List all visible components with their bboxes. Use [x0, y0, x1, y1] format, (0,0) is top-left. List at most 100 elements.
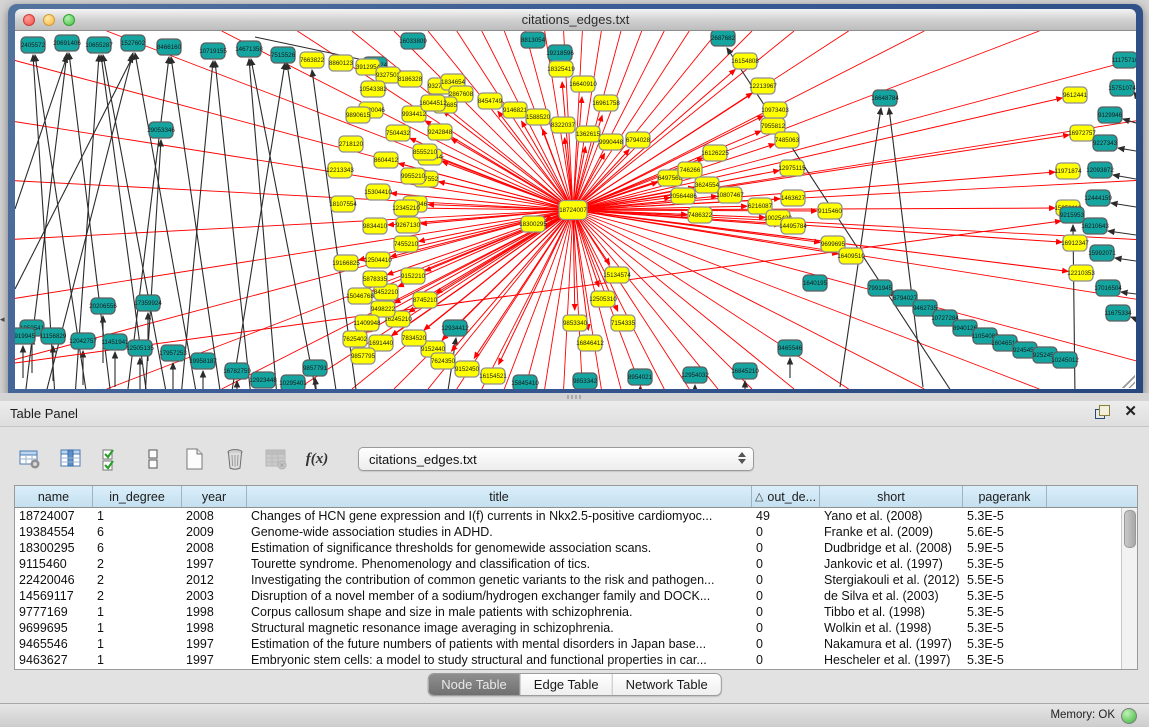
graph-node-label: 16033809: [399, 38, 427, 45]
cell-title: Estimation of significance thresholds fo…: [247, 540, 752, 556]
graph-node-label: 10655287: [85, 42, 113, 49]
minimize-window-button[interactable]: [43, 14, 55, 26]
column-visibility-icon[interactable]: [57, 445, 85, 473]
graph-node-label: 2405572: [21, 42, 46, 49]
select-all-columns-icon[interactable]: [98, 445, 126, 473]
delete-column-trash-icon[interactable]: [221, 445, 249, 473]
graph-node-label: 9129946: [1098, 112, 1123, 119]
cell-out_de: 0: [752, 556, 820, 572]
citation-network-graph[interactable]: 2405572206914061065528715276028466160107…: [15, 31, 1136, 389]
cell-title: Changes of HCN gene expression and I(f) …: [247, 508, 752, 524]
table-selector-dropdown[interactable]: citations_edges.txt: [358, 447, 754, 471]
new-column-icon[interactable]: [180, 445, 208, 473]
memory-status-indicator[interactable]: [1121, 708, 1137, 724]
cell-in_degree: 2: [93, 572, 182, 588]
tab-edge-table[interactable]: Edge Table: [521, 674, 613, 695]
graph-node-label: 9327502: [376, 72, 401, 79]
cell-out_de: 0: [752, 588, 820, 604]
cell-title: Estimation of the future numbers of pati…: [247, 636, 752, 652]
graph-node-label: 9890615: [346, 112, 371, 119]
graph-node-label: 16409510: [837, 253, 865, 260]
table-toolbar: f(x) citations_edges.txt: [16, 441, 754, 477]
memory-status-label: Memory: OK: [1050, 709, 1115, 721]
column-header-short[interactable]: short: [820, 486, 963, 507]
zoom-window-button[interactable]: [63, 14, 75, 26]
table-row[interactable]: 946362711997Embryonic stem cells: a mode…: [15, 652, 1137, 668]
cell-pagerank: 5.3E-5: [963, 604, 1047, 620]
panel-collapse-arrow[interactable]: ◂: [0, 314, 5, 325]
cell-pagerank: 5.3E-5: [963, 556, 1047, 572]
table-vertical-scrollbar[interactable]: [1121, 508, 1137, 669]
graph-node-label: 9152440: [421, 346, 446, 353]
cell-out_de: 0: [752, 540, 820, 556]
graph-node-label: 9498222: [371, 306, 396, 313]
graph-node-label: 16846412: [576, 340, 604, 347]
tab-network-table[interactable]: Network Table: [613, 674, 721, 695]
column-header-pagerank[interactable]: pagerank: [963, 486, 1047, 507]
graph-node-label: 16961758: [592, 100, 620, 107]
cell-year: 1998: [182, 620, 247, 636]
network-view-window[interactable]: citations_edges.txt 2405572 20691406 10655…: [8, 4, 1143, 397]
graph-node-label: 17957253: [159, 350, 187, 357]
graph-node-label: 7504432: [386, 130, 411, 137]
graph-node-label: 15845410: [511, 380, 539, 387]
table-row[interactable]: 1830029562008Estimation of significance …: [15, 540, 1137, 556]
graph-node-label: 3624554: [695, 182, 720, 189]
graph-node-label: 7486322: [688, 212, 713, 219]
graph-node-label: 7624350: [431, 358, 456, 365]
table-row[interactable]: 1938455462009Genome-wide association stu…: [15, 524, 1137, 540]
cell-name: 18724007: [15, 508, 93, 524]
cell-pagerank: 5.3E-5: [963, 588, 1047, 604]
graph-node-label: 14495784: [779, 223, 807, 230]
unselect-all-columns-icon[interactable]: [139, 445, 167, 473]
cell-pagerank: 5.3E-5: [963, 620, 1047, 636]
cell-year: 1997: [182, 652, 247, 668]
table-row[interactable]: 977716911998Corpus callosum shape and si…: [15, 604, 1137, 620]
graph-node-label: 19166825: [332, 260, 360, 267]
graph-node-label: 9853340: [563, 320, 588, 327]
graph-node-label: 11175710: [1112, 57, 1136, 64]
table-panel-header: Table Panel ✕: [0, 401, 1149, 427]
table-row[interactable]: 1456911722003Disruption of a novel membe…: [15, 588, 1137, 604]
network-canvas[interactable]: 2405572206914061065528715276028466160107…: [15, 31, 1136, 389]
float-panel-icon[interactable]: [1095, 405, 1110, 419]
graph-node-label: 12505135: [126, 345, 154, 352]
cell-out_de: 0: [752, 620, 820, 636]
column-header-year[interactable]: year: [182, 486, 247, 507]
graph-node-label: 9699695: [821, 241, 846, 248]
graph-node-label: 7663822: [300, 57, 325, 64]
table-row[interactable]: 1872400712008Changes of HCN gene express…: [15, 508, 1137, 524]
horizontal-splitter[interactable]: [0, 393, 1149, 401]
table-options-icon[interactable]: [16, 445, 44, 473]
graph-node-label: 8322037: [551, 122, 576, 129]
column-header-in_degree[interactable]: in_degree: [93, 486, 182, 507]
table-panel: Table Panel ✕: [0, 401, 1149, 703]
graph-node-label: 10245012: [1051, 357, 1079, 364]
column-header-out_de[interactable]: △out_de...: [752, 486, 820, 507]
close-window-button[interactable]: [23, 14, 35, 26]
graph-node-label: 5878335: [363, 276, 388, 283]
cell-name: 9115460: [15, 556, 93, 572]
cell-name: 9463627: [15, 652, 93, 668]
graph-node-label: 7625402: [343, 336, 368, 343]
column-header-title[interactable]: title: [247, 486, 752, 507]
close-panel-icon[interactable]: ✕: [1124, 405, 1137, 419]
graph-node-label: 10973403: [761, 107, 789, 114]
graph-node-label: 9227343: [1093, 140, 1118, 147]
table-row[interactable]: 2242004622012Investigating the contribut…: [15, 572, 1137, 588]
table-row[interactable]: 911546021997Tourette syndrome. Phenomeno…: [15, 556, 1137, 572]
scrollbar-thumb[interactable]: [1124, 510, 1136, 548]
cell-year: 1997: [182, 636, 247, 652]
function-builder-icon[interactable]: f(x): [303, 445, 331, 473]
network-window-titlebar[interactable]: citations_edges.txt: [15, 9, 1136, 31]
table-row[interactable]: 946554611997Estimation of the future num…: [15, 636, 1137, 652]
tab-node-table[interactable]: Node Table: [428, 674, 521, 695]
table-row[interactable]: 969969511998Structural magnetic resonanc…: [15, 620, 1137, 636]
cell-title: Structural magnetic resonance image aver…: [247, 620, 752, 636]
graph-node-label: 15751074: [1108, 85, 1136, 92]
cell-year: 2003: [182, 588, 247, 604]
cell-title: Disruption of a novel member of a sodium…: [247, 588, 752, 604]
graph-node-label: 20691406: [53, 40, 81, 47]
column-header-name[interactable]: name: [15, 486, 93, 507]
cell-title: Investigating the contribution of common…: [247, 572, 752, 588]
